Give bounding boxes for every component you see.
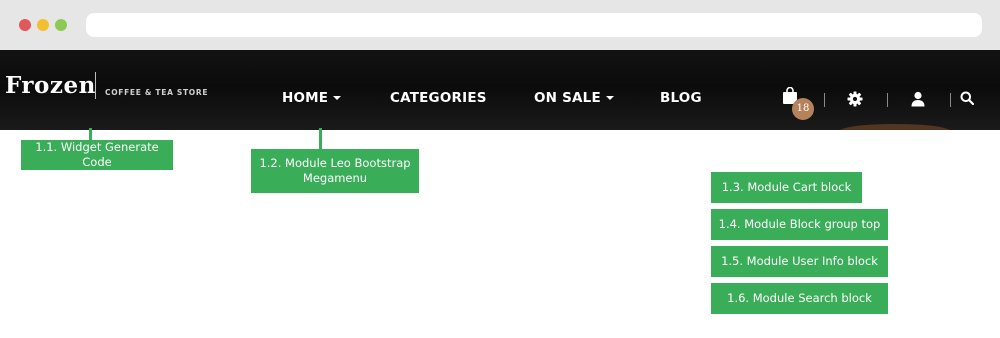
nav-item-blog-label: BLOG xyxy=(660,90,702,106)
search-icon xyxy=(960,91,975,106)
close-window-button[interactable] xyxy=(19,19,31,31)
annotation-module-search-block: 1.6. Module Search block xyxy=(711,283,888,314)
nav-item-home-label: HOME xyxy=(282,90,329,106)
maximize-window-button[interactable] xyxy=(55,19,67,31)
nav-item-categories-label: CATEGORIES xyxy=(390,90,487,106)
header-divider xyxy=(824,93,825,107)
nav-item-home[interactable]: HOME xyxy=(282,90,342,106)
user-icon xyxy=(911,91,925,107)
annotation-module-leo-bootstrap-megamenu: 1.2. Module Leo Bootstrap Megamenu xyxy=(251,149,419,193)
annotation-label: 1.4. Module Block group top xyxy=(718,217,881,231)
chevron-down-icon xyxy=(605,96,614,100)
user-account-button[interactable] xyxy=(911,91,927,109)
annotation-module-block-group-top: 1.4. Module Block group top xyxy=(711,209,888,240)
nav-item-on-sale-label: ON SALE xyxy=(534,90,601,106)
minimize-window-button[interactable] xyxy=(37,19,49,31)
logo-tagline: COFFEE & TEA STORE xyxy=(105,88,209,97)
address-bar[interactable] xyxy=(86,13,982,37)
annotation-label: 1.6. Module Search block xyxy=(727,291,872,305)
chevron-down-icon xyxy=(333,96,342,100)
annotation-connector xyxy=(319,128,322,150)
nav-item-blog[interactable]: BLOG xyxy=(660,90,702,106)
header-divider xyxy=(950,93,951,107)
annotation-label: Megamenu xyxy=(302,171,368,185)
annotation-module-user-info-block: 1.5. Module User Info block xyxy=(711,246,888,277)
nav-item-on-sale[interactable]: ON SALE xyxy=(534,90,614,106)
gear-icon xyxy=(847,91,863,107)
annotation-widget-generate-code: 1.1. Widget Generate Code xyxy=(21,140,173,170)
search-button[interactable] xyxy=(960,91,976,109)
site-header: Frozen COFFEE & TEA STORE HOME CATEGORIE… xyxy=(0,50,1000,130)
nav-item-categories[interactable]: CATEGORIES xyxy=(390,90,487,106)
cart-count-badge: 18 xyxy=(792,98,814,120)
annotation-label: 1.3. Module Cart block xyxy=(721,180,852,194)
annotation-module-cart-block: 1.3. Module Cart block xyxy=(711,172,862,203)
settings-button[interactable] xyxy=(847,91,865,109)
logo-name[interactable]: Frozen xyxy=(5,72,96,99)
logo-divider xyxy=(95,72,96,99)
cart-button[interactable]: 18 xyxy=(782,86,816,120)
annotation-label: 1.1. Widget Generate Code xyxy=(35,140,159,169)
annotation-label: 1.5. Module User Info block xyxy=(721,254,878,268)
header-divider xyxy=(887,93,888,107)
browser-toolbar xyxy=(0,0,1000,50)
annotation-label: 1.2. Module Leo Bootstrap xyxy=(259,156,411,170)
